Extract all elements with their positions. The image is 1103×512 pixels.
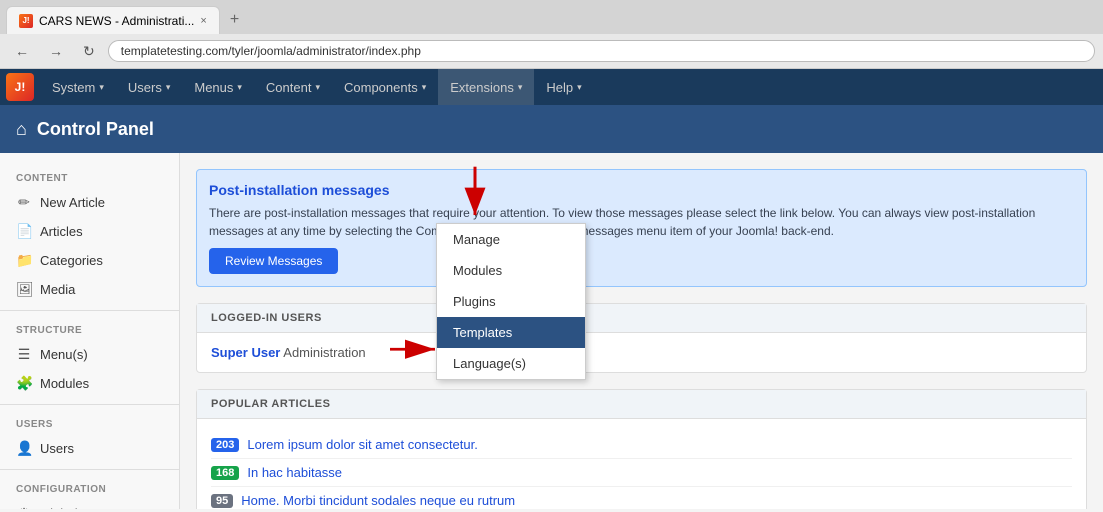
sidebar-item-new-article[interactable]: ✏ New Article	[0, 188, 179, 217]
sidebar-section-content: CONTENT	[0, 165, 179, 188]
media-icon: 🖼	[16, 281, 32, 298]
logged-in-users-card: LOGGED-IN USERS Super User Administratio…	[196, 303, 1087, 373]
refresh-button[interactable]: ↻	[76, 40, 102, 63]
sidebar-new-article-label: New Article	[40, 195, 105, 210]
new-tab-button[interactable]: +	[220, 7, 249, 33]
dropdown-languages[interactable]: Language(s)	[437, 348, 585, 379]
forward-button[interactable]: →	[42, 40, 70, 62]
nav-users-label: Users	[128, 80, 162, 95]
article-link-2[interactable]: In hac habitasse	[247, 465, 342, 480]
sidebar-modules-label: Modules	[40, 376, 89, 391]
nav-content[interactable]: Content ▾	[254, 69, 332, 105]
nav-menus-label: Menus	[194, 80, 233, 95]
dropdown-templates[interactable]: Templates	[437, 317, 585, 348]
article-item-1: 203 Lorem ipsum dolor sit amet consectet…	[211, 431, 1072, 459]
nav-help-label: Help	[546, 80, 573, 95]
sidebar-divider-2	[0, 404, 179, 405]
article-item-2: 168 In hac habitasse	[211, 459, 1072, 487]
sidebar-item-articles[interactable]: 📄 Articles	[0, 217, 179, 246]
nav-menus[interactable]: Menus ▾	[182, 69, 254, 105]
logged-in-role: Administration	[283, 345, 365, 360]
sidebar-menus-label: Menu(s)	[40, 347, 88, 362]
popular-articles-card: POPULAR ARTICLES 203 Lorem ipsum dolor s…	[196, 389, 1087, 509]
article-badge-2: 168	[211, 466, 239, 480]
sidebar-users-label: Users	[40, 441, 74, 456]
browser-chrome: J! CARS NEWS - Administrati... × + ← → ↻…	[0, 0, 1103, 69]
articles-icon: 📄	[16, 223, 32, 240]
tab-favicon: J!	[19, 14, 33, 28]
sidebar-item-modules[interactable]: 🧩 Modules	[0, 369, 179, 398]
nav-content-caret: ▾	[315, 82, 320, 93]
nav-system-caret: ▾	[99, 82, 104, 93]
sidebar-item-users[interactable]: 👤 Users	[0, 434, 179, 463]
main-content: Post-installation messages There are pos…	[180, 153, 1103, 509]
extensions-dropdown-menu: Manage Modules Plugins Templates Languag…	[436, 223, 586, 380]
back-button[interactable]: ←	[8, 40, 36, 62]
nav-system[interactable]: System ▾	[40, 69, 116, 105]
users-icon: 👤	[16, 440, 32, 457]
article-link-1[interactable]: Lorem ipsum dolor sit amet consectetur.	[247, 437, 478, 452]
nav-users[interactable]: Users ▾	[116, 69, 182, 105]
logged-in-user-row: Super User Administration	[211, 345, 1072, 360]
nav-help-caret: ▾	[577, 82, 582, 93]
dropdown-manage[interactable]: Manage	[437, 224, 585, 255]
alert-text: There are post-installation messages tha…	[209, 204, 1074, 240]
nav-components[interactable]: Components ▾	[332, 69, 438, 105]
nav-components-caret: ▾	[422, 82, 427, 93]
sidebar-divider-3	[0, 469, 179, 470]
nav-content-label: Content	[266, 80, 312, 95]
post-install-alert: Post-installation messages There are pos…	[196, 169, 1087, 287]
review-messages-button[interactable]: Review Messages	[209, 248, 338, 274]
article-badge-1: 203	[211, 438, 239, 452]
popular-articles-header: POPULAR ARTICLES	[197, 390, 1086, 419]
article-link-3[interactable]: Home. Morbi tincidunt sodales neque eu r…	[241, 493, 515, 508]
browser-toolbar: ← → ↻ templatetesting.com/tyler/joomla/a…	[0, 34, 1103, 68]
cms-topbar: J! System ▾ Users ▾ Menus ▾ Content ▾ Co…	[0, 69, 1103, 105]
nav-menus-caret: ▾	[237, 82, 242, 93]
modules-icon: 🧩	[16, 375, 32, 392]
main-layout: CONTENT ✏ New Article 📄 Articles 📁 Categ…	[0, 153, 1103, 509]
sidebar-categories-label: Categories	[40, 253, 103, 268]
alert-title: Post-installation messages	[209, 182, 1074, 198]
logged-in-username: Super User	[211, 345, 280, 360]
nav-system-label: System	[52, 80, 95, 95]
nav-extensions[interactable]: Extensions ▾	[438, 69, 534, 105]
dropdown-plugins[interactable]: Plugins	[437, 286, 585, 317]
control-panel-header: ⌂ Control Panel	[0, 105, 1103, 153]
browser-tabs: J! CARS NEWS - Administrati... × +	[0, 0, 1103, 34]
sidebar-section-structure: STRUCTURE	[0, 317, 179, 340]
categories-icon: 📁	[16, 252, 32, 269]
new-article-icon: ✏	[16, 194, 32, 211]
control-panel-title: Control Panel	[37, 119, 154, 140]
joomla-logo[interactable]: J!	[6, 73, 34, 101]
tab-close-button[interactable]: ×	[200, 15, 206, 27]
sidebar-item-media[interactable]: 🖼 Media	[0, 275, 179, 304]
browser-tab-active[interactable]: J! CARS NEWS - Administrati... ×	[6, 6, 220, 34]
nav-users-caret: ▾	[166, 82, 171, 93]
global-icon: ⚙	[16, 505, 32, 509]
home-icon: ⌂	[16, 119, 27, 140]
cms-nav: System ▾ Users ▾ Menus ▾ Content ▾ Compo…	[40, 69, 594, 105]
sidebar-item-categories[interactable]: 📁 Categories	[0, 246, 179, 275]
article-item-3: 95 Home. Morbi tincidunt sodales neque e…	[211, 487, 1072, 509]
sidebar-media-label: Media	[40, 282, 75, 297]
logged-in-users-header: LOGGED-IN USERS	[197, 304, 1086, 333]
sidebar-divider-1	[0, 310, 179, 311]
sidebar-item-menus[interactable]: ☰ Menu(s)	[0, 340, 179, 369]
nav-help[interactable]: Help ▾	[534, 69, 593, 105]
menus-icon: ☰	[16, 346, 32, 363]
sidebar-articles-label: Articles	[40, 224, 83, 239]
nav-extensions-caret: ▾	[518, 82, 523, 93]
article-badge-3: 95	[211, 494, 233, 508]
logged-in-users-body: Super User Administration	[197, 333, 1086, 372]
address-bar[interactable]: templatetesting.com/tyler/joomla/adminis…	[108, 40, 1095, 62]
sidebar-section-configuration: CONFIGURATION	[0, 476, 179, 499]
nav-extensions-label: Extensions	[450, 80, 514, 95]
sidebar: CONTENT ✏ New Article 📄 Articles 📁 Categ…	[0, 153, 180, 509]
tab-title: CARS NEWS - Administrati...	[39, 14, 194, 28]
nav-components-label: Components	[344, 80, 418, 95]
sidebar-section-users: USERS	[0, 411, 179, 434]
dropdown-modules[interactable]: Modules	[437, 255, 585, 286]
popular-articles-body: 203 Lorem ipsum dolor sit amet consectet…	[197, 419, 1086, 509]
